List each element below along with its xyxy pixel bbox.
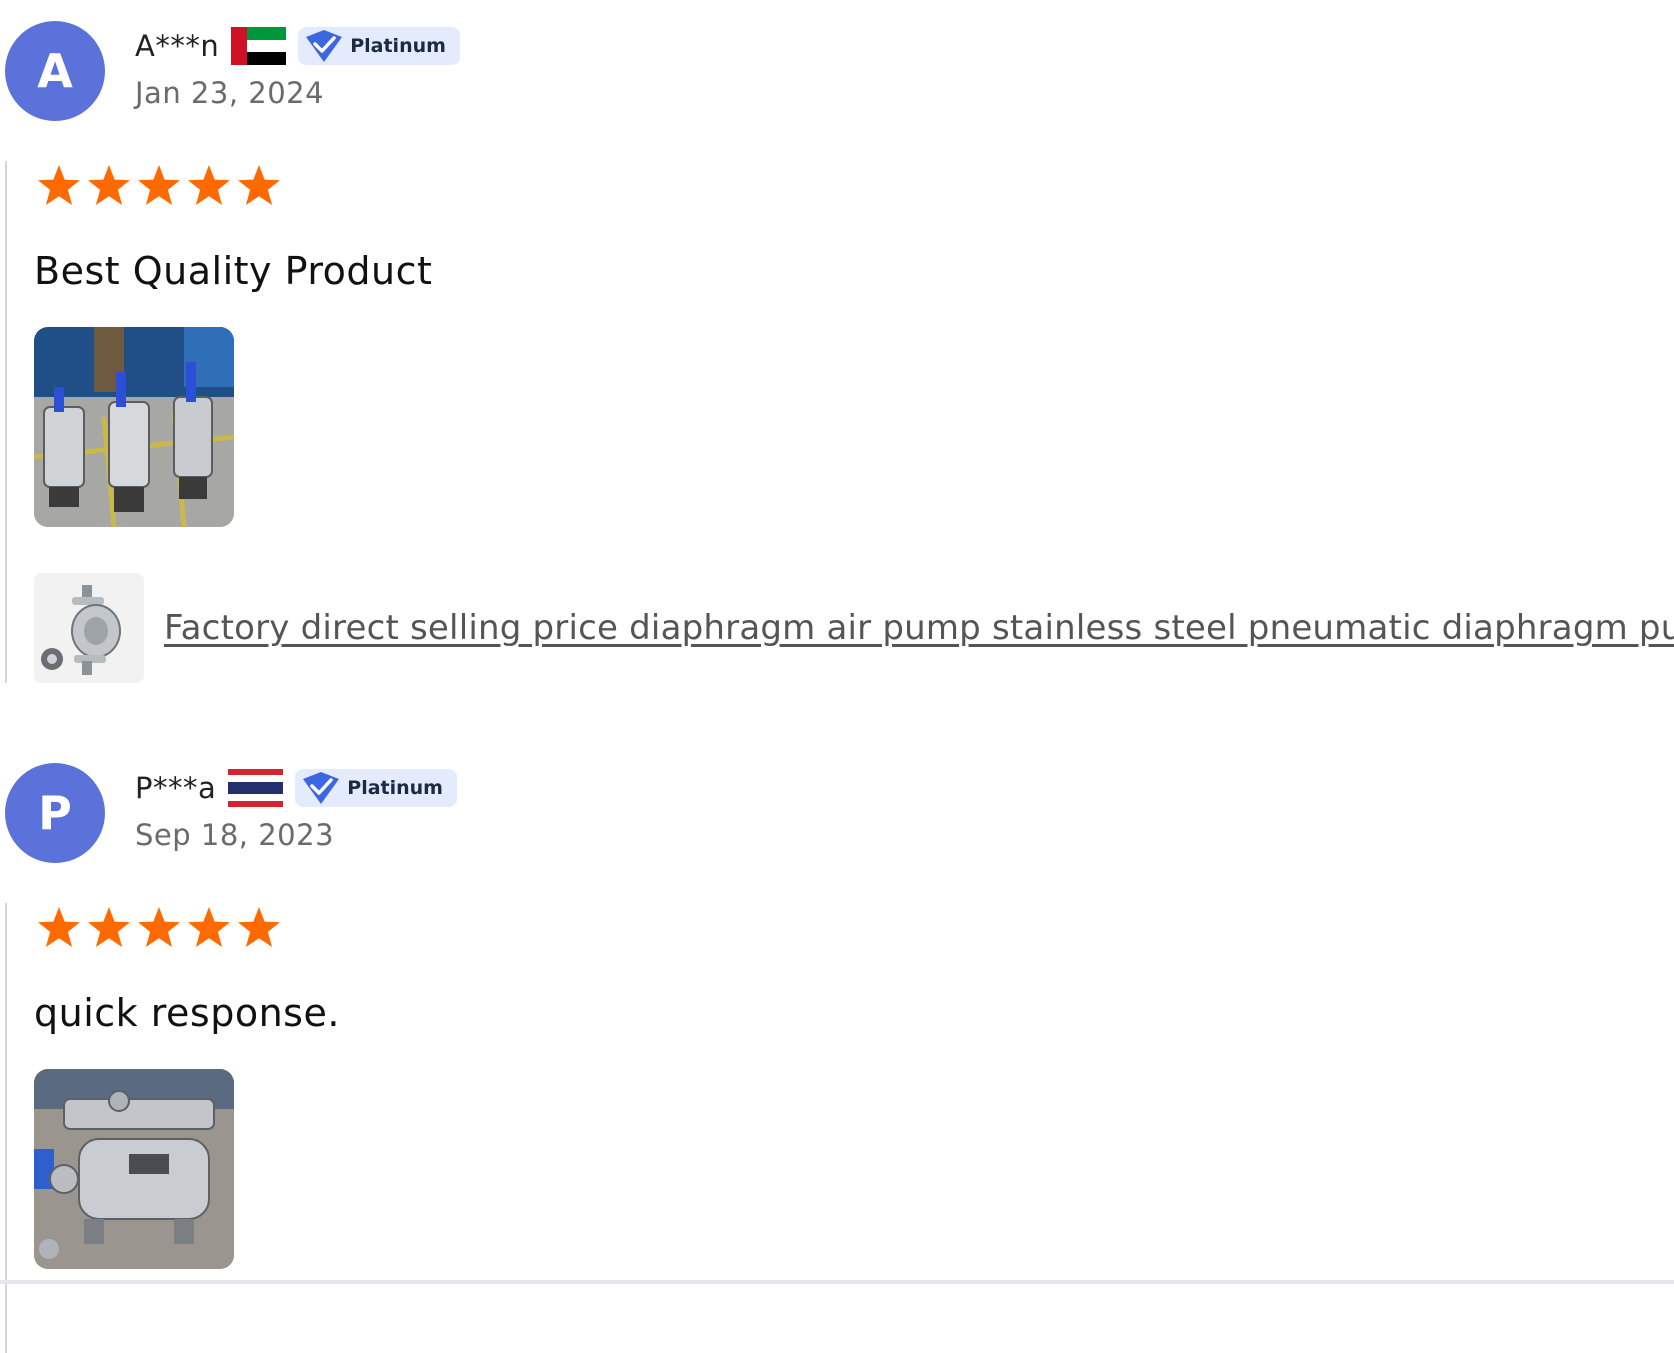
review-text: quick response. [34,991,340,1035]
star-rating [34,903,284,955]
review-card: A A***n Platinum Jan 23, 2024 Best Quali… [0,0,1674,690]
platinum-badge: Platinum [295,769,457,807]
star-icon [88,907,130,947]
verified-check-icon [306,30,343,62]
reviewer-info: A***n Platinum [135,24,460,68]
linked-product: Factory direct selling price diaphragm a… [34,573,1674,683]
thailand-flag-icon [228,769,284,807]
badge-label: Platinum [350,35,446,57]
avatar: P [5,763,105,863]
reviewer-name: A***n [135,29,220,63]
uae-flag-icon [231,27,287,65]
verified-check-icon [303,772,340,804]
platinum-badge: Platinum [298,27,460,65]
divider [0,1280,1674,1284]
avatar: A [5,21,105,121]
product-link[interactable]: Factory direct selling price diaphragm a… [164,608,1674,648]
star-icon [88,165,130,205]
star-icon [238,907,280,947]
review-card: P P***a Platinum Sep 18, 2023 quick resp… [0,742,1674,1353]
review-text: Best Quality Product [34,249,433,293]
badge-label: Platinum [347,777,443,799]
reviewer-name: P***a [135,771,217,805]
star-icon [38,907,80,947]
star-icon [38,165,80,205]
review-date: Jan 23, 2024 [135,76,325,110]
star-icon [188,165,230,205]
star-icon [138,907,180,947]
reviewer-info: P***a Platinum [135,766,457,810]
review-body: quick response. [5,903,339,1353]
product-thumbnail[interactable] [34,573,144,683]
star-icon [138,165,180,205]
review-photo[interactable] [34,1069,234,1269]
star-icon [238,165,280,205]
review-photo[interactable] [34,327,234,527]
review-date: Sep 18, 2023 [135,818,335,852]
star-icon [188,907,230,947]
star-rating [34,161,284,213]
review-body: Best Quality Product Factory direct sell… [5,161,1674,683]
